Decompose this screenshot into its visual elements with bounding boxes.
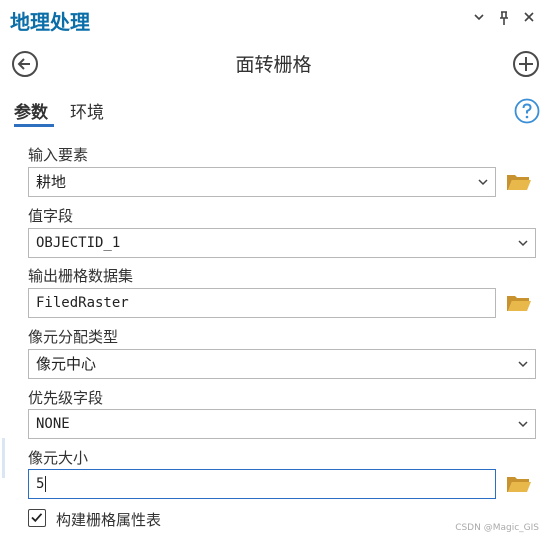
cell-assignment-value: 像元中心 (36, 355, 97, 373)
checkmark-icon (31, 513, 43, 523)
tab-parameters[interactable]: 参数 (14, 98, 48, 123)
input-features-label: 输入要素 (28, 146, 89, 164)
cell-size-input[interactable]: 5 (28, 469, 496, 499)
tab-environments[interactable]: 环境 (70, 98, 104, 123)
browse-folder-icon[interactable] (506, 474, 532, 494)
output-raster-value: FiledRaster (36, 295, 129, 311)
add-button[interactable] (513, 51, 539, 77)
value-field-value: OBJECTID_1 (36, 235, 121, 251)
chevron-down-icon (518, 361, 528, 368)
cell-assignment-dropdown[interactable]: 像元中心 (28, 349, 536, 379)
options-dropdown-icon[interactable] (470, 10, 488, 28)
value-field-label: 值字段 (28, 207, 74, 225)
input-features-value: 耕地 (36, 173, 67, 191)
chevron-down-icon (518, 240, 528, 247)
value-field-dropdown[interactable]: OBJECTID_1 (28, 228, 536, 258)
cell-size-value: 5 (36, 476, 45, 492)
help-icon[interactable] (514, 98, 540, 124)
cell-size-label: 像元大小 (28, 449, 89, 467)
active-param-indicator (2, 438, 5, 478)
priority-field-label: 优先级字段 (28, 389, 104, 407)
build-attribute-table-label: 构建栅格属性表 (56, 511, 162, 529)
chevron-down-icon (478, 179, 488, 186)
plus-icon (519, 57, 533, 71)
output-raster-label: 输出栅格数据集 (28, 267, 134, 285)
pin-icon[interactable] (495, 10, 513, 28)
output-raster-input[interactable]: FiledRaster (28, 288, 496, 318)
watermark: CSDN @Magic_GIS (455, 523, 539, 533)
pane-title: 地理处理 (10, 10, 90, 34)
cell-assignment-label: 像元分配类型 (28, 328, 119, 346)
text-cursor (45, 476, 47, 492)
chevron-down-icon (518, 421, 528, 428)
build-attribute-table-checkbox[interactable] (28, 509, 46, 527)
input-features-dropdown[interactable]: 耕地 (28, 167, 496, 197)
browse-folder-icon[interactable] (506, 172, 532, 192)
browse-folder-icon[interactable] (506, 293, 532, 313)
close-icon[interactable] (520, 10, 538, 28)
tool-title: 面转栅格 (235, 54, 312, 76)
priority-field-value: NONE (36, 416, 70, 432)
priority-field-dropdown[interactable]: NONE (28, 409, 536, 439)
active-tab-underline (14, 124, 54, 127)
